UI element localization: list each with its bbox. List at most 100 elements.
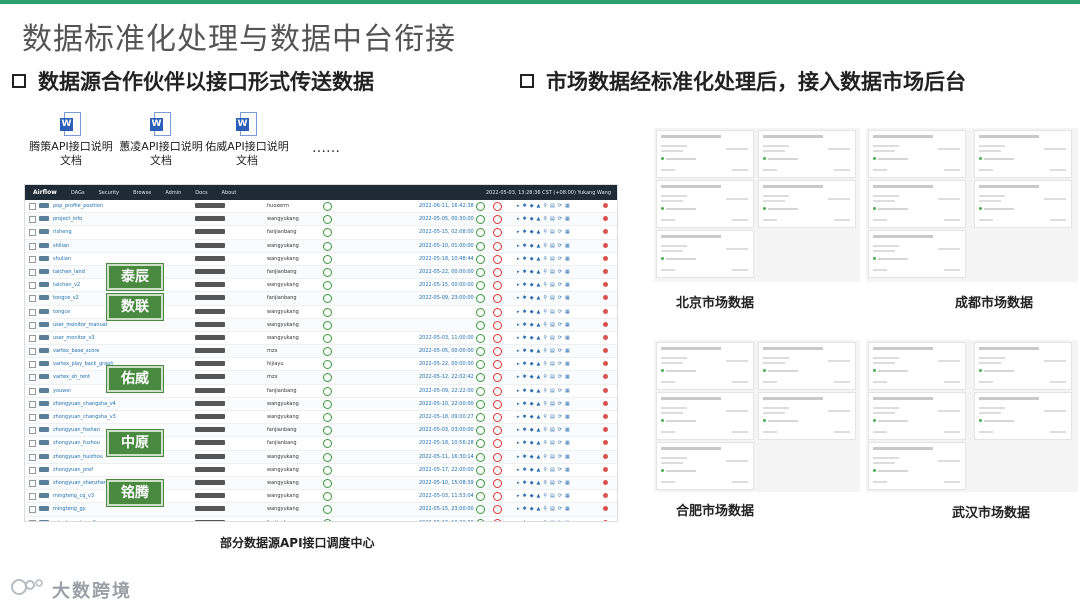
dag-name-link[interactable]: taichen_land bbox=[53, 269, 85, 275]
run-status-icon[interactable] bbox=[323, 360, 332, 370]
dag-name-link[interactable]: zhongyuan_changsha_v4 bbox=[53, 401, 116, 407]
run-status-icon[interactable] bbox=[323, 294, 332, 304]
failed-status-icon[interactable] bbox=[493, 294, 502, 304]
success-status-icon[interactable] bbox=[476, 413, 485, 422]
success-status-icon[interactable] bbox=[476, 478, 485, 488]
run-status-icon[interactable] bbox=[323, 202, 332, 211]
success-status-icon[interactable] bbox=[476, 307, 485, 317]
failed-status-icon[interactable] bbox=[493, 307, 502, 317]
row-checkbox[interactable] bbox=[29, 414, 36, 421]
last-run-date[interactable]: 2022-05-05, 00:00:00 bbox=[419, 348, 474, 354]
success-status-icon[interactable] bbox=[476, 228, 485, 238]
last-run-date[interactable]: 2022-05-09, 22:22:00 bbox=[419, 388, 474, 394]
api-doc-tengce[interactable]: W 腾策API接口说明 文档 bbox=[26, 112, 116, 168]
dag-toggle[interactable] bbox=[39, 427, 49, 433]
dag-toggle[interactable] bbox=[39, 400, 49, 406]
run-status-icon[interactable] bbox=[323, 373, 332, 383]
success-status-icon[interactable] bbox=[476, 294, 485, 304]
last-run-date[interactable]: 2022-05-17, 22:00:00 bbox=[419, 467, 474, 473]
delete-dag-icon[interactable] bbox=[603, 519, 608, 521]
delete-dag-icon[interactable] bbox=[603, 229, 608, 235]
dag-name-link[interactable]: zhongyuan_pref bbox=[53, 467, 93, 473]
failed-status-icon[interactable] bbox=[493, 202, 502, 211]
delete-dag-icon[interactable] bbox=[603, 295, 608, 301]
success-status-icon[interactable] bbox=[476, 426, 485, 436]
failed-status-icon[interactable] bbox=[493, 360, 502, 370]
nav-browse[interactable]: Browse bbox=[133, 190, 151, 196]
dag-action-links[interactable]: ▸✱◆▲⚲▤⟳▦ bbox=[517, 506, 573, 512]
last-run-date[interactable]: 2022-05-12, 22:02:42 bbox=[419, 374, 474, 380]
run-status-icon[interactable] bbox=[323, 478, 332, 488]
success-status-icon[interactable] bbox=[476, 254, 485, 264]
row-checkbox[interactable] bbox=[29, 229, 36, 237]
api-doc-huiling[interactable]: W 蕙凌API接口说明 文档 bbox=[116, 112, 206, 168]
dag-toggle[interactable] bbox=[39, 229, 49, 235]
last-run-date[interactable]: 2022-05-22, 00:00:00 bbox=[419, 361, 474, 367]
api-doc-youwei[interactable]: W 佑威API接口说明 文档 bbox=[202, 112, 292, 168]
success-status-icon[interactable] bbox=[476, 241, 485, 251]
delete-dag-icon[interactable] bbox=[603, 361, 608, 367]
row-checkbox[interactable] bbox=[29, 203, 36, 210]
failed-status-icon[interactable] bbox=[493, 426, 502, 436]
delete-dag-icon[interactable] bbox=[603, 400, 608, 406]
dag-action-links[interactable]: ▸✱◆▲⚲▤⟳▦ bbox=[517, 322, 573, 328]
dag-name-link[interactable]: taichen_v2 bbox=[53, 282, 80, 288]
row-checkbox[interactable] bbox=[29, 295, 36, 303]
run-status-icon[interactable] bbox=[323, 413, 332, 422]
dag-action-links[interactable]: ▸✱◆▲⚲▤⟳▦ bbox=[517, 454, 573, 460]
dag-toggle[interactable] bbox=[39, 268, 49, 274]
dag-action-links[interactable]: ▸✱◆▲⚲▤⟳▦ bbox=[517, 480, 573, 486]
delete-dag-icon[interactable] bbox=[603, 466, 608, 472]
dag-action-links[interactable]: ▸✱◆▲⚲▤⟳▦ bbox=[517, 401, 573, 407]
failed-status-icon[interactable] bbox=[493, 399, 502, 409]
row-checkbox[interactable] bbox=[29, 321, 36, 329]
failed-status-icon[interactable] bbox=[493, 281, 502, 291]
row-checkbox[interactable] bbox=[29, 519, 36, 521]
dag-action-links[interactable]: ▸✱◆▲⚲▤⟳▦ bbox=[517, 493, 573, 499]
run-status-icon[interactable] bbox=[323, 439, 332, 449]
failed-status-icon[interactable] bbox=[493, 254, 502, 264]
row-checkbox[interactable] bbox=[29, 466, 36, 474]
row-checkbox[interactable] bbox=[29, 493, 36, 501]
success-status-icon[interactable] bbox=[476, 439, 485, 449]
last-run-date[interactable]: 2022-05-18, 13:06:00 bbox=[419, 520, 474, 522]
delete-dag-icon[interactable] bbox=[603, 321, 608, 327]
success-status-icon[interactable] bbox=[476, 373, 485, 383]
dag-toggle[interactable] bbox=[39, 506, 49, 512]
success-status-icon[interactable] bbox=[476, 505, 485, 515]
dag-name-link[interactable]: mingteng_km_v2 bbox=[53, 520, 96, 522]
nav-admin[interactable]: Admin bbox=[165, 190, 181, 196]
row-checkbox[interactable] bbox=[29, 400, 36, 408]
dag-action-links[interactable]: ▸✱◆▲⚲▤⟳▦ bbox=[517, 309, 573, 315]
run-status-icon[interactable] bbox=[323, 399, 332, 409]
dag-name-link[interactable]: risheng bbox=[53, 229, 72, 235]
dag-action-links[interactable]: ▸✱◆▲⚲▤⟳▦ bbox=[517, 440, 573, 446]
run-status-icon[interactable] bbox=[323, 281, 332, 291]
last-run-date[interactable]: 2022-05-11, 16:30:14 bbox=[419, 454, 474, 460]
dag-toggle[interactable] bbox=[39, 453, 49, 459]
dag-toggle[interactable] bbox=[39, 374, 49, 380]
row-checkbox[interactable] bbox=[29, 387, 36, 395]
failed-status-icon[interactable] bbox=[493, 478, 502, 488]
dag-toggle[interactable] bbox=[39, 321, 49, 327]
last-run-date[interactable]: 2022-05-18, 10:48:44 bbox=[419, 256, 474, 262]
dag-action-links[interactable]: ▸✱◆▲⚲▤⟳▦ bbox=[517, 203, 573, 209]
success-status-icon[interactable] bbox=[476, 267, 485, 277]
success-status-icon[interactable] bbox=[476, 347, 485, 357]
run-status-icon[interactable] bbox=[323, 320, 332, 330]
failed-status-icon[interactable] bbox=[493, 215, 502, 225]
run-status-icon[interactable] bbox=[323, 228, 332, 238]
run-status-icon[interactable] bbox=[323, 254, 332, 264]
dag-toggle[interactable] bbox=[39, 216, 49, 222]
success-status-icon[interactable] bbox=[476, 202, 485, 211]
delete-dag-icon[interactable] bbox=[603, 440, 608, 446]
dag-toggle[interactable] bbox=[39, 414, 49, 419]
dag-name-link[interactable]: vartex_base_score bbox=[53, 348, 99, 354]
success-status-icon[interactable] bbox=[476, 399, 485, 409]
row-checkbox[interactable] bbox=[29, 216, 36, 224]
delete-dag-icon[interactable] bbox=[603, 506, 608, 512]
dag-action-links[interactable]: ▸✱◆▲⚲▤⟳▦ bbox=[517, 335, 573, 341]
failed-status-icon[interactable] bbox=[493, 373, 502, 383]
delete-dag-icon[interactable] bbox=[603, 453, 608, 459]
last-run-date[interactable]: 2022-05-15, 00:00:00 bbox=[419, 282, 474, 288]
